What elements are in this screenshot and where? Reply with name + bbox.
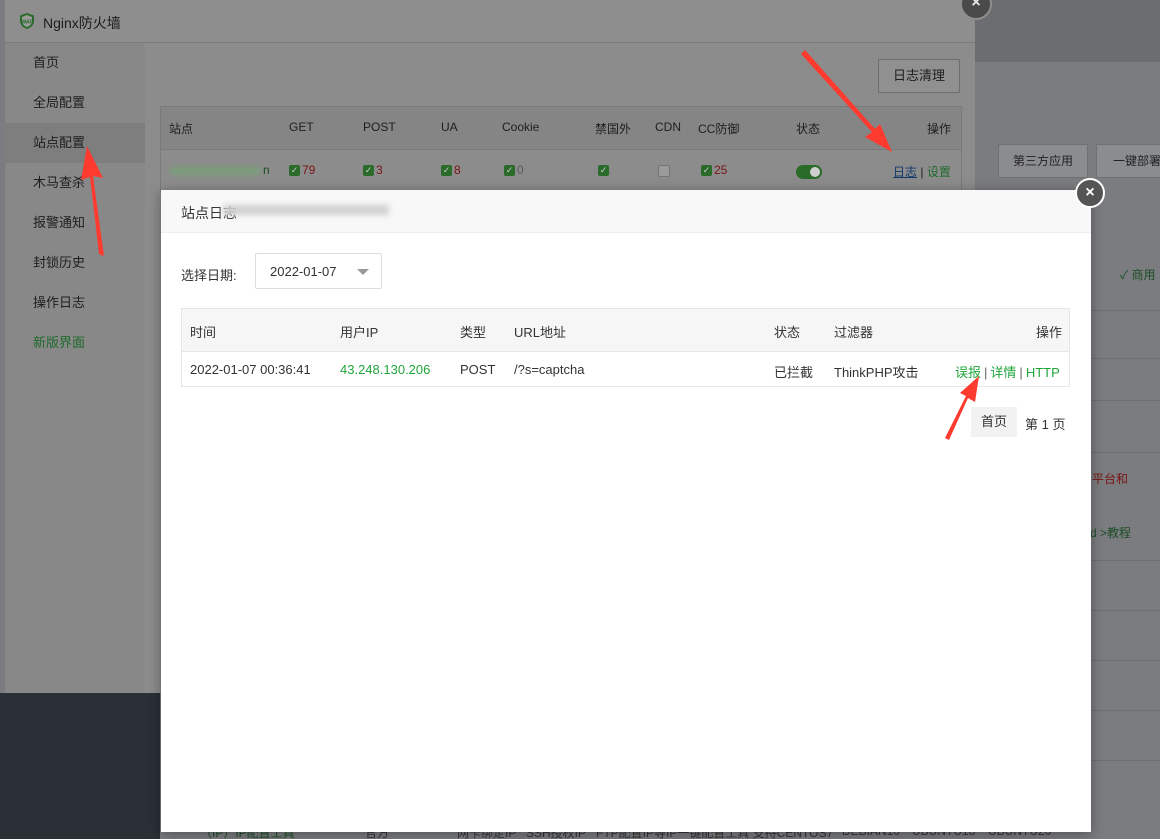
log-user-ip[interactable]: 43.248.130.206 (340, 362, 430, 377)
checkbox-checked-icon: ✓ (441, 165, 452, 177)
get-count[interactable]: ✓ 79 (289, 163, 315, 177)
log-actions: 误报 | 详情 | HTTP (955, 362, 1060, 381)
row-divider (1090, 710, 1160, 711)
ua-count[interactable]: ✓ 8 (441, 163, 461, 177)
modal-header: 站点日志 (161, 190, 1091, 233)
settings-link[interactable]: 设置 (927, 165, 951, 179)
col-time: 时间 (190, 325, 217, 340)
col-user-ip: 用户IP (340, 325, 379, 340)
col-filter: 过滤器 (834, 325, 874, 340)
site-name-blurred (169, 166, 261, 176)
col-post: POST (363, 120, 396, 134)
svg-text:WAF: WAF (21, 20, 32, 26)
check-icon: ✓ (1120, 268, 1132, 282)
menu-item-alert-notify[interactable]: 报警通知 (5, 203, 145, 243)
log-table-header: 时间 用户IP 类型 URL地址 状态 过滤器 操作 (182, 309, 1069, 352)
col-status: 状态 (774, 325, 801, 340)
row-divider (1090, 310, 1160, 311)
pager-first-page-button[interactable]: 首页 (971, 407, 1017, 437)
col-actions: 操作 (927, 122, 952, 136)
menu-item-block-history[interactable]: 封锁历史 (5, 243, 145, 283)
status-toggle[interactable] (796, 165, 822, 179)
col-cc-defense: CC防御 (698, 122, 740, 136)
one-click-deploy-button[interactable]: 一键部署 (1096, 144, 1160, 178)
row-actions: 日志 | 设置 (893, 163, 951, 180)
log-type: POST (460, 362, 496, 377)
log-table: 时间 用户IP 类型 URL地址 状态 过滤器 操作 2022-01-07 00… (181, 308, 1070, 387)
site-config-table: 站点 GET POST UA Cookie 禁国外 CDN CC防御 状态 操作… (160, 106, 962, 193)
checkbox-checked-icon: ✓ (504, 165, 515, 177)
checkbox-checked-icon: ✓ (598, 165, 609, 177)
firewall-title: Nginx防火墙 (43, 15, 121, 31)
date-select[interactable]: 2022-01-07 (255, 253, 382, 289)
pager-page-info: 第 1 页 (1025, 417, 1066, 432)
menu-item-site-config[interactable]: 站点配置 (5, 123, 145, 163)
table-row: n ✓ 79 ✓ 3 ✓ 8 ✓ 0 ✓ ✓ 25 日志 | 设置 (161, 150, 961, 192)
table-header: 站点 GET POST UA Cookie 禁国外 CDN CC防御 状态 操作 (161, 107, 961, 150)
col-get: GET (289, 120, 314, 134)
menu-item-global-config[interactable]: 全局配置 (5, 83, 145, 123)
panel-dark-sidebar (0, 693, 160, 839)
site-log-modal: 站点日志 × 选择日期: 2022-01-07 时间 用户IP 类型 URL地址… (161, 178, 1105, 832)
row-divider (1090, 610, 1160, 611)
post-count[interactable]: ✓ 3 (363, 163, 383, 177)
row-divider (1090, 760, 1160, 761)
col-site: 站点 (169, 122, 194, 136)
date-value: 2022-01-07 (270, 264, 337, 279)
menu-item-operation-log[interactable]: 操作日志 (5, 283, 145, 323)
separator: | (984, 365, 988, 380)
cc-defense-count[interactable]: ✓ 25 (701, 163, 727, 177)
col-ua: UA (441, 120, 458, 134)
false-positive-link[interactable]: 误报 (955, 365, 981, 380)
cookie-count[interactable]: ✓ 0 (504, 163, 524, 177)
row-divider (1090, 452, 1160, 453)
row-divider (1090, 560, 1160, 561)
date-label: 选择日期: (181, 268, 237, 283)
separator: | (920, 165, 924, 179)
col-block-foreign: 禁国外 (595, 122, 632, 136)
log-status: 已拦截 (774, 365, 814, 380)
log-time: 2022-01-07 00:36:41 (190, 362, 311, 377)
separator: | (1019, 365, 1023, 380)
cdn-checkbox[interactable] (658, 163, 672, 177)
col-actions: 操作 (1036, 325, 1063, 340)
col-status: 状态 (796, 122, 821, 136)
main-page-topbar (975, 0, 1160, 62)
http-link[interactable]: HTTP (1026, 365, 1060, 380)
block-foreign-checkbox[interactable]: ✓ (598, 163, 611, 177)
table-row: 2022-01-07 00:36:41 43.248.130.206 POST … (182, 352, 1069, 387)
site-name-suffix: n (263, 163, 270, 177)
modal-close-icon[interactable]: × (1075, 178, 1105, 208)
col-cookie: Cookie (502, 120, 540, 134)
tutorial-link[interactable]: d >教程 (1090, 524, 1131, 541)
checkbox-checked-icon: ✓ (289, 165, 300, 177)
checkbox-unchecked-icon (658, 164, 670, 177)
row-divider (1090, 660, 1160, 661)
log-link[interactable]: 日志 (893, 165, 917, 179)
checkbox-checked-icon: ✓ (363, 165, 374, 177)
chevron-down-icon (357, 269, 369, 275)
col-url: URL地址 (514, 325, 567, 340)
row-divider (1090, 400, 1160, 401)
menu-item-trojan-scan[interactable]: 木马查杀 (5, 163, 145, 203)
checkbox-checked-icon: ✓ (701, 165, 712, 177)
platform-text: 平台和 (1092, 472, 1129, 486)
waf-shield-icon: WAF (20, 13, 34, 29)
modal-title-blurred-site (223, 205, 389, 215)
commercial-label: ✓ 商用 (1120, 268, 1156, 282)
log-filter: ThinkPHP攻击 (834, 365, 919, 380)
menu-item-new-ui[interactable]: 新版界面 (5, 323, 145, 363)
details-link[interactable]: 详情 (990, 365, 1016, 380)
firewall-sidebar: 首页 全局配置 站点配置 木马查杀 报警通知 封锁历史 操作日志 新版界面 (5, 43, 145, 693)
row-divider (1090, 358, 1160, 359)
col-type: 类型 (460, 325, 487, 340)
col-cdn: CDN (655, 120, 681, 134)
firewall-titlebar: WAF Nginx防火墙 (5, 0, 975, 43)
menu-item-home[interactable]: 首页 (5, 43, 145, 83)
clear-logs-button[interactable]: 日志清理 (878, 59, 960, 93)
third-party-apps-button[interactable]: 第三方应用 (998, 144, 1088, 178)
log-url: /?s=captcha (514, 362, 585, 377)
